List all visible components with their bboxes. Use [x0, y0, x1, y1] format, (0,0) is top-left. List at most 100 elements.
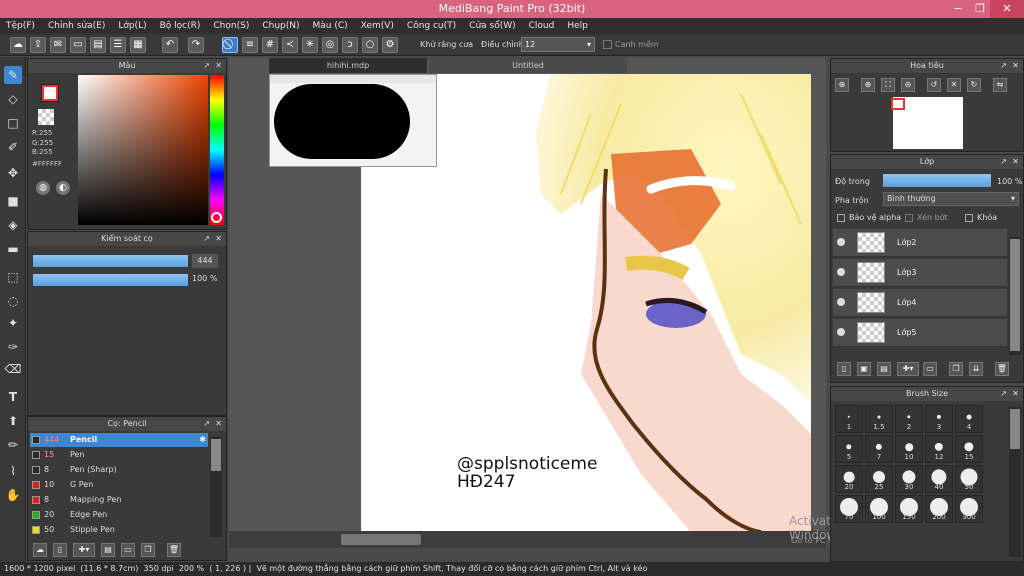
settings-icon[interactable]: ⚙: [382, 37, 398, 53]
brush-size-value[interactable]: 444: [192, 254, 218, 268]
correction-select[interactable]: 12 ▾: [521, 37, 595, 52]
zoom-in-icon[interactable]: ⊕: [835, 78, 849, 92]
lasso-tool-icon[interactable]: ◌: [4, 292, 22, 310]
scrollbar-thumb[interactable]: [1010, 239, 1020, 351]
brush-size-option[interactable]: 1.5: [865, 405, 893, 433]
menu-layer[interactable]: Lớp(L): [118, 21, 146, 31]
zoom-in-small-icon[interactable]: ⊕: [861, 78, 875, 92]
brush-list-scrollbar[interactable]: [210, 437, 222, 537]
add-layer-menu-icon[interactable]: ✚▾: [897, 362, 919, 376]
close-icon[interactable]: ✕: [1012, 155, 1019, 169]
layer-row[interactable]: Lớp5: [833, 319, 1007, 347]
no-snap-icon[interactable]: ⃠: [222, 37, 238, 53]
magic-wand-tool-icon[interactable]: ✦: [4, 314, 22, 332]
brush-size-option[interactable]: 150: [895, 495, 923, 523]
brush-size-option[interactable]: 300: [955, 495, 983, 523]
ellipse-snap-icon[interactable]: ○: [362, 37, 378, 53]
menu-cloud[interactable]: Cloud: [529, 21, 555, 31]
radial-snap-icon[interactable]: ✳: [302, 37, 318, 53]
transparent-swatch[interactable]: [38, 109, 54, 125]
grid-icon[interactable]: ▦: [130, 37, 146, 53]
close-icon[interactable]: ✕: [215, 417, 222, 431]
parallel-snap-icon[interactable]: ≡: [242, 37, 258, 53]
close-button[interactable]: ✕: [990, 0, 1024, 18]
operation-tool-icon[interactable]: ⬆: [4, 412, 22, 430]
menu-filter[interactable]: Bộ lọc(R): [160, 21, 201, 31]
cloud-icon[interactable]: ☁: [10, 37, 26, 53]
primary-color-swatch[interactable]: [41, 84, 59, 102]
menu-file[interactable]: Tệp(F): [6, 21, 35, 31]
menu-edit[interactable]: Chỉnh sửa(E): [48, 21, 105, 31]
eraser-tool-icon[interactable]: ◇: [4, 90, 22, 108]
brush-size-option[interactable]: 15: [955, 435, 983, 463]
clipping-checkbox[interactable]: [905, 214, 913, 222]
reset-rotate-icon[interactable]: ✕: [947, 78, 961, 92]
brush-size-option[interactable]: 25: [865, 465, 893, 493]
menu-window[interactable]: Cửa sổ(W): [469, 21, 515, 31]
tab-hihihi[interactable]: hihihi.mdp: [269, 58, 427, 73]
hue-slider[interactable]: [210, 75, 224, 225]
divide-tool-icon[interactable]: ✏: [4, 436, 22, 454]
brush-size-option[interactable]: 70: [835, 495, 863, 523]
undo-icon[interactable]: ↶: [162, 37, 178, 53]
document-icon[interactable]: ▤: [90, 37, 106, 53]
saturation-value-picker[interactable]: [78, 75, 208, 225]
lock-checkbox[interactable]: [965, 214, 973, 222]
new-halftone-layer-icon[interactable]: ▣: [857, 362, 871, 376]
eyedropper-tool-icon[interactable]: ⌇: [4, 462, 22, 480]
text-tool-icon[interactable]: T: [4, 388, 22, 406]
viewport-indicator[interactable]: [891, 98, 905, 110]
brush-cloud-icon[interactable]: ☁: [33, 543, 47, 557]
close-icon[interactable]: ✕: [1012, 59, 1019, 73]
bucket-tool-icon[interactable]: ◈: [4, 216, 22, 234]
blend-mode-select[interactable]: Bình thường ▾: [883, 192, 1019, 206]
gear-icon[interactable]: ✱: [199, 433, 206, 447]
layer-row[interactable]: Lớp3: [833, 259, 1007, 287]
brush-item-g-pen[interactable]: 10 G Pen: [30, 478, 208, 492]
popout-icon[interactable]: ↗: [203, 59, 210, 73]
menu-select[interactable]: Chọn(S): [213, 21, 249, 31]
popout-icon[interactable]: ↗: [203, 232, 210, 246]
new-8bit-layer-icon[interactable]: ▤: [877, 362, 891, 376]
brush-item-pen[interactable]: 15 Pen: [30, 448, 208, 462]
maximize-button[interactable]: ❐: [970, 0, 990, 18]
tab-untitled[interactable]: Untitled: [429, 58, 627, 73]
list-icon[interactable]: ☰: [110, 37, 126, 53]
brush-folder-icon[interactable]: ▭: [121, 543, 135, 557]
close-icon[interactable]: ✕: [1012, 387, 1019, 401]
rectangle-tool-icon[interactable]: □: [4, 114, 22, 132]
menu-view[interactable]: Xem(V): [361, 21, 394, 31]
menu-tools[interactable]: Công cụ(T): [407, 21, 456, 31]
brush-size-option[interactable]: 12: [925, 435, 953, 463]
flip-icon[interactable]: ⇋: [993, 78, 1007, 92]
scrollbar-thumb[interactable]: [1010, 409, 1020, 449]
select-pen-tool-icon[interactable]: ✑: [4, 338, 22, 356]
brush-size-option[interactable]: 3: [925, 405, 953, 433]
close-icon[interactable]: ✕: [215, 59, 222, 73]
smooth-checkbox[interactable]: [603, 40, 612, 49]
scrollbar-thumb[interactable]: [211, 439, 221, 471]
brush-size-option[interactable]: 5: [835, 435, 863, 463]
popout-icon[interactable]: ↗: [203, 417, 210, 431]
layer-list-scrollbar[interactable]: [1009, 237, 1021, 355]
brush-item-stipple-pen[interactable]: 50 Stipple Pen: [30, 523, 208, 537]
eye-icon[interactable]: [837, 268, 845, 276]
layer-opacity-slider[interactable]: [883, 174, 991, 187]
brush-opacity-slider[interactable]: [33, 274, 188, 286]
redo-icon[interactable]: ↷: [188, 37, 204, 53]
comment-icon[interactable]: ✉: [50, 37, 66, 53]
brush-size-option[interactable]: 7: [865, 435, 893, 463]
brush-size-option[interactable]: 50: [955, 465, 983, 493]
brush-size-option[interactable]: 1: [835, 405, 863, 433]
layer-row[interactable]: Lớp4: [833, 289, 1007, 317]
pen-tool-icon[interactable]: ✐: [4, 138, 22, 156]
brush-size-option[interactable]: 30: [895, 465, 923, 493]
eye-icon[interactable]: [837, 328, 845, 336]
brush-size-option[interactable]: 10: [895, 435, 923, 463]
layer-row[interactable]: Lớp2: [833, 229, 1007, 257]
duplicate-layer-icon[interactable]: ❐: [949, 362, 963, 376]
select-eraser-tool-icon[interactable]: ⌫: [4, 360, 22, 378]
brush-size-option[interactable]: 2: [895, 405, 923, 433]
curve-snap-icon[interactable]: ↄ: [342, 37, 358, 53]
brush-settings-icon[interactable]: ▤: [101, 543, 115, 557]
